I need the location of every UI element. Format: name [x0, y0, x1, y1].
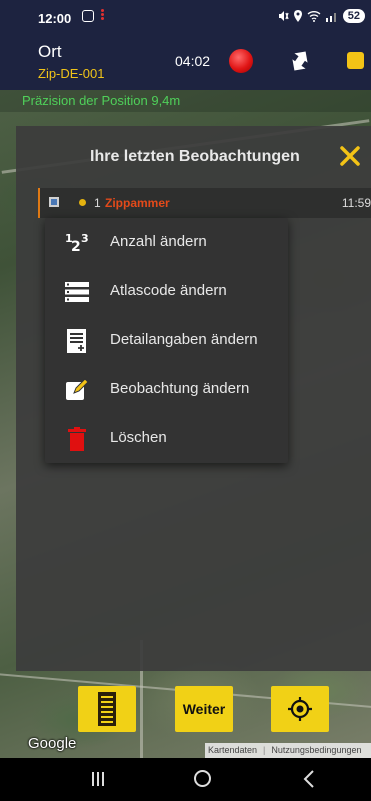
- precision-bar: Präzision der Position 9,4m: [0, 90, 371, 112]
- svg-text:3: 3: [81, 232, 89, 245]
- weiter-button[interactable]: Weiter: [175, 686, 233, 732]
- menu-item-label: Beobachtung ändern: [110, 380, 250, 397]
- svg-text:2: 2: [71, 239, 81, 255]
- observation-species: Zippammer: [105, 196, 170, 210]
- status-icons: 52: [277, 9, 365, 23]
- menu-item-delete[interactable]: Löschen: [45, 414, 288, 463]
- alert-icon: [101, 9, 104, 21]
- menu-item-change-atlascode[interactable]: Atlascode ändern: [45, 267, 288, 316]
- status-time: 12:00: [38, 11, 72, 26]
- google-logo: Google: [28, 735, 77, 752]
- menu-item-change-details[interactable]: Detailangaben ändern: [45, 316, 288, 365]
- menu-item-label: Atlascode ändern: [110, 282, 227, 299]
- app-header: Ort Zip-DE-001 04:02: [0, 36, 371, 90]
- mute-icon: [278, 11, 289, 21]
- locate-button[interactable]: [271, 686, 329, 732]
- precision-text: Präzision der Position 9,4m: [22, 93, 181, 108]
- header-title: Ort: [38, 42, 62, 61]
- menu-item-label: Anzahl ändern: [110, 233, 207, 250]
- location-icon: [293, 10, 302, 22]
- battery-indicator: 52: [342, 9, 365, 23]
- menu-item-change-observation[interactable]: Beobachtung ändern: [45, 365, 288, 414]
- panel-title: Ihre letzten Beobachtungen: [90, 148, 300, 165]
- close-icon[interactable]: [339, 145, 361, 167]
- header-subtitle: Zip-DE-001: [38, 66, 105, 81]
- menu-item-label: Löschen: [110, 429, 167, 446]
- record-button[interactable]: [229, 49, 253, 73]
- list-icon: [65, 282, 89, 302]
- map-attribution: Kartendaten | Nutzungsbedingungen: [205, 743, 371, 758]
- menu-item-change-count[interactable]: 1 2 3 Anzahl ändern: [45, 218, 288, 267]
- back-icon[interactable]: [300, 769, 318, 789]
- phone-screen: 12:00 52 Ort Zip-DE-001 04:02 Präzision …: [0, 0, 371, 801]
- trash-icon: [68, 427, 86, 451]
- status-dot-icon: [79, 199, 86, 206]
- navigation-bar: [18, 758, 371, 801]
- context-menu: 1 2 3 Anzahl ändern Atlascode ändern Det…: [45, 218, 288, 463]
- signal-icon: [325, 13, 336, 22]
- number-123-icon: 1 2 3: [65, 232, 89, 255]
- document-add-icon: [67, 329, 86, 353]
- observation-row[interactable]: 1 Zippammer 11:59: [38, 188, 371, 218]
- stop-button[interactable]: [347, 52, 364, 69]
- locate-icon: [288, 697, 312, 721]
- wifi-icon: [307, 11, 321, 22]
- header-timer: 04:02: [175, 53, 211, 69]
- list-view-icon: [98, 692, 116, 726]
- edit-icon: [66, 378, 89, 400]
- terms-link[interactable]: Nutzungsbedingungen: [268, 745, 364, 755]
- observation-count: 1: [94, 196, 101, 210]
- observation-checkbox[interactable]: [49, 197, 59, 207]
- map-data-link[interactable]: Kartendaten: [205, 745, 260, 755]
- menu-item-label: Detailangaben ändern: [110, 331, 258, 348]
- home-icon[interactable]: [194, 770, 211, 787]
- list-view-button[interactable]: [78, 686, 136, 732]
- swap-arrows-icon[interactable]: [287, 48, 313, 74]
- screenshot-icon: [82, 10, 94, 22]
- recent-apps-icon[interactable]: [91, 772, 105, 786]
- status-bar: 12:00 52: [0, 0, 371, 36]
- observation-time: 11:59: [341, 196, 371, 210]
